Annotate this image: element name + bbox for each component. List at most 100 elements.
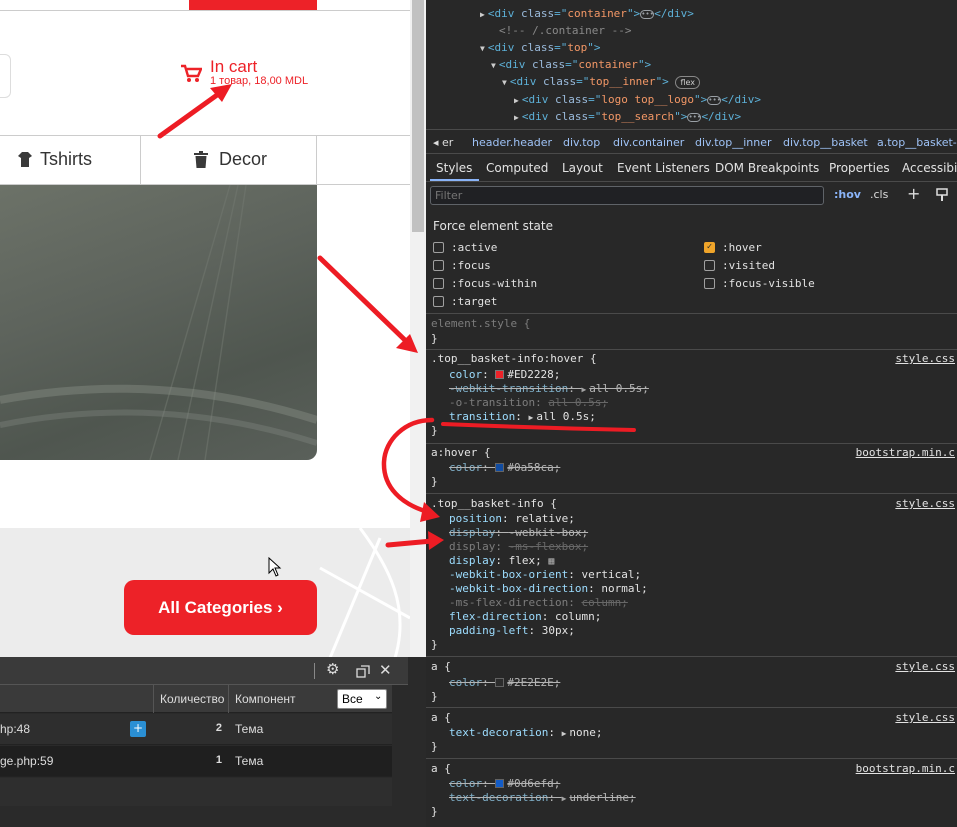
rule-source-link[interactable]: style.css [895, 352, 955, 365]
rule-source-link[interactable]: style.css [895, 711, 955, 724]
css-declaration[interactable]: text-decoration: ▶ none; [449, 726, 603, 740]
tab-layout[interactable]: Layout [562, 161, 603, 175]
paint-brush-icon[interactable] [935, 188, 949, 202]
css-declaration[interactable]: color: #0a58ca; [449, 461, 560, 475]
rule-selector[interactable]: element.style { [431, 317, 530, 331]
css-declaration[interactable]: text-decoration: ▶ underline; [449, 791, 636, 805]
breadcrumb-back[interactable]: ◂ er [433, 136, 453, 149]
ellipsis-badge[interactable]: ••• [707, 95, 722, 105]
rule-selector[interactable]: a { [431, 762, 451, 776]
tab-accessibility[interactable]: Accessibili [902, 161, 957, 175]
tab-properties[interactable]: Properties [829, 161, 890, 175]
page-scrollbar[interactable] [410, 0, 426, 660]
rule-selector[interactable]: .top__basket-info { [431, 497, 557, 511]
close-icon[interactable]: ✕ [379, 661, 392, 679]
checkbox-active[interactable] [433, 242, 444, 253]
breadcrumb-item[interactable]: div.container [613, 136, 684, 149]
checkbox-focus-visible[interactable] [704, 278, 715, 289]
breadcrumb-item[interactable]: a.top__basket-i [877, 136, 957, 149]
expand-arrow-icon[interactable]: ▶ [514, 109, 519, 126]
nav-item-tshirts[interactable]: Tshirts [0, 136, 141, 184]
row-file[interactable]: ge.php:59 [0, 754, 53, 768]
expand-arrow-icon[interactable]: ▶ [480, 6, 485, 23]
state-label[interactable]: :target [451, 295, 497, 308]
checkbox-focus-within[interactable] [433, 278, 444, 289]
flex-badge[interactable]: flex [675, 75, 700, 89]
cart-link[interactable]: In cart 1 товар, 18,00 MDL [178, 56, 328, 90]
ellipsis-badge[interactable]: ••• [687, 112, 702, 122]
color-swatch[interactable] [495, 779, 505, 788]
flex-editor-icon[interactable]: ▦ [548, 556, 554, 567]
css-declaration[interactable]: position: relative; [449, 512, 575, 526]
collapse-arrow-icon[interactable]: ▼ [491, 57, 496, 74]
add-rule-button[interactable]: + [907, 184, 920, 203]
popout-icon[interactable] [356, 665, 370, 678]
rule-selector[interactable]: a { [431, 711, 451, 725]
state-label[interactable]: :focus-within [451, 277, 537, 290]
breadcrumb-item[interactable]: div.top__basket [783, 136, 868, 149]
all-categories-button[interactable]: All Categories › [124, 580, 317, 635]
css-declaration[interactable]: -ms-flex-direction: column; [449, 596, 628, 610]
dom-node[interactable]: ▼ <div class="top"> [480, 39, 600, 56]
breadcrumb-item[interactable]: div.top__inner [695, 136, 772, 149]
css-declaration[interactable]: transition: ▶ all 0.5s; [449, 410, 596, 424]
dom-node[interactable]: ▶ <div class="top__search">•••</div> [514, 108, 741, 125]
state-label[interactable]: :hover [722, 241, 762, 254]
ellipsis-badge[interactable]: ••• [640, 9, 655, 19]
rule-selector[interactable]: .top__basket-info:hover { [431, 352, 597, 366]
css-declaration[interactable]: -o-transition: all 0.5s; [449, 396, 608, 410]
active-menu-tab[interactable] [189, 0, 317, 10]
rule-selector[interactable]: a { [431, 660, 451, 674]
dom-node[interactable]: ▶ <div class="container">•••</div> [480, 5, 694, 22]
collapse-arrow-icon[interactable]: ▼ [502, 74, 507, 91]
dom-node[interactable]: ▼ <div class="container"> [491, 56, 651, 73]
css-declaration[interactable]: -webkit-box-orient: vertical; [449, 568, 641, 582]
css-declaration[interactable]: flex-direction: column; [449, 610, 601, 624]
checkbox-focus[interactable] [433, 260, 444, 271]
tab-event-listeners[interactable]: Event Listeners [617, 161, 710, 175]
dom-node[interactable]: ▶ <div class="logo top__logo">•••</div> [514, 91, 761, 108]
rule-selector[interactable]: a:hover { [431, 446, 491, 460]
page-scrollbar-thumb[interactable] [412, 0, 424, 232]
rule-source-link[interactable]: bootstrap.min.c [856, 446, 955, 459]
checkbox-target[interactable] [433, 296, 444, 307]
css-declaration[interactable]: color: #ED2228; [449, 368, 560, 382]
color-swatch[interactable] [495, 370, 505, 379]
checkbox-hover[interactable]: ✓ [704, 242, 715, 253]
tab-computed[interactable]: Computed [486, 161, 548, 175]
css-declaration[interactable]: display: flex; ▦ [449, 554, 554, 568]
breadcrumb-item[interactable]: header.header [472, 136, 552, 149]
color-swatch[interactable] [495, 463, 505, 472]
dom-comment[interactable]: <!-- /.container --> [499, 22, 631, 39]
styles-filter-input[interactable] [430, 186, 824, 205]
collapse-arrow-icon[interactable]: ▼ [480, 40, 485, 57]
search-box[interactable] [0, 54, 11, 98]
hov-toggle[interactable]: :hov [834, 188, 861, 201]
rule-source-link[interactable]: style.css [895, 497, 955, 510]
css-declaration[interactable]: color: #2E2E2E; [449, 676, 560, 690]
col-header-count[interactable]: Количество [160, 692, 224, 706]
gear-icon[interactable]: ⚙ [326, 660, 339, 678]
css-declaration[interactable]: color: #0d6efd; [449, 777, 560, 791]
rule-source-link[interactable]: style.css [895, 660, 955, 673]
state-label[interactable]: :focus-visible [722, 277, 815, 290]
css-declaration[interactable]: padding-left: 30px; [449, 624, 575, 638]
col-header-component[interactable]: Компонент [235, 692, 296, 706]
css-declaration[interactable]: display: -webkit-box; [449, 526, 588, 540]
rule-source-link[interactable]: bootstrap.min.c [856, 762, 955, 775]
dom-node[interactable]: ▼ <div class="top__inner"> flex [502, 73, 700, 90]
tab-styles[interactable]: Styles [436, 161, 472, 175]
state-label[interactable]: :active [451, 241, 497, 254]
checkbox-visited[interactable] [704, 260, 715, 271]
css-declaration[interactable]: display: -ms-flexbox; [449, 540, 588, 554]
state-label[interactable]: :visited [722, 259, 775, 272]
state-label[interactable]: :focus [451, 259, 491, 272]
expand-plus-button[interactable]: + [130, 721, 146, 737]
color-swatch[interactable] [495, 678, 505, 687]
css-declaration[interactable]: -webkit-box-direction: normal; [449, 582, 648, 596]
breadcrumb-item[interactable]: div.top [563, 136, 600, 149]
cls-toggle[interactable]: .cls [870, 188, 888, 201]
nav-item-decor[interactable]: Decor [141, 136, 317, 184]
tab-dom-breakpoints[interactable]: DOM Breakpoints [715, 161, 819, 175]
expand-arrow-icon[interactable]: ▶ [514, 92, 519, 109]
